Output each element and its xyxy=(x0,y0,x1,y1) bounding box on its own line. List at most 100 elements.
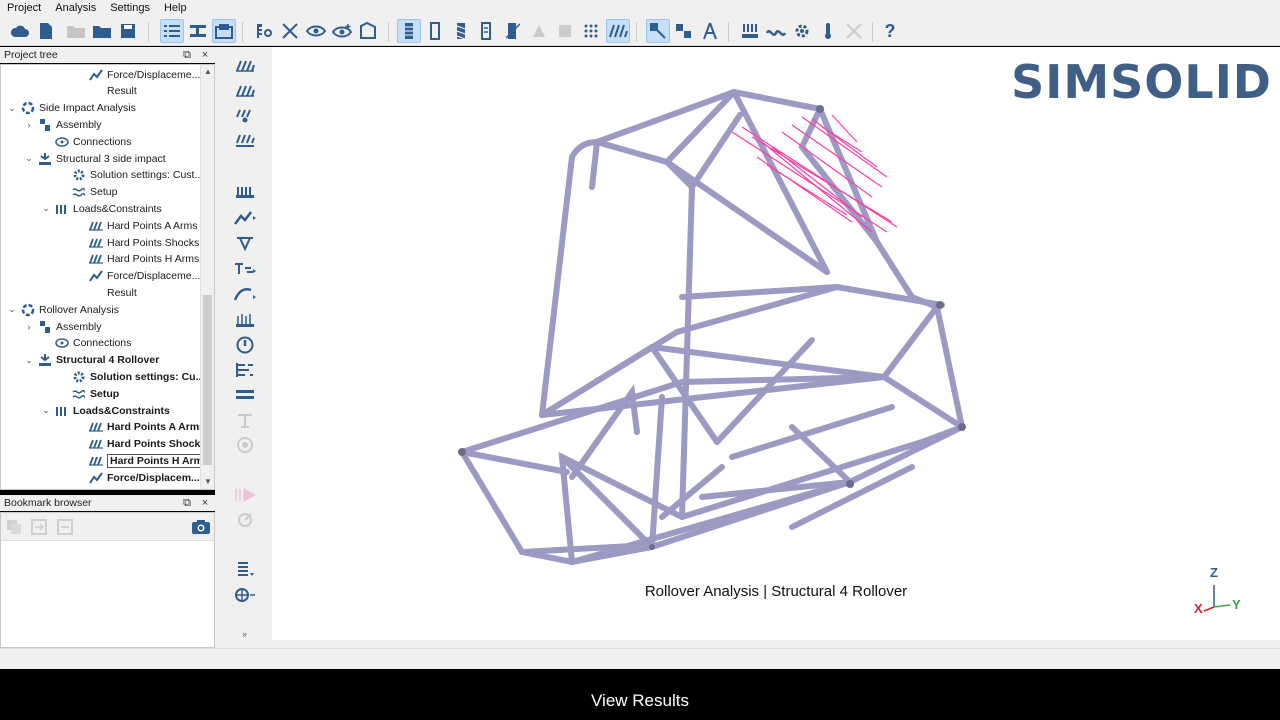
tree-item[interactable]: Hard Points A Arms xyxy=(75,419,205,436)
cross-section-icon[interactable] xyxy=(278,19,302,43)
part-select-icon[interactable] xyxy=(646,19,670,43)
collapse-icon[interactable]: ⌄ xyxy=(41,203,51,214)
float-panel-icon[interactable]: ⧉ xyxy=(180,48,194,62)
new-document-icon[interactable] xyxy=(34,19,58,43)
tree-item[interactable]: Setup xyxy=(58,385,119,402)
clock-tool-icon[interactable] xyxy=(233,334,257,356)
tree-item[interactable]: Hard Points Shocks xyxy=(75,234,199,251)
compass-icon[interactable] xyxy=(698,19,722,43)
wave-load-icon[interactable] xyxy=(764,19,788,43)
tree-item[interactable]: ⌄ Loads&Constraints xyxy=(41,200,162,217)
eye-icon[interactable] xyxy=(304,19,328,43)
disabled-load-icon[interactable] xyxy=(842,19,866,43)
cloud-icon[interactable] xyxy=(8,19,32,43)
tree-item[interactable]: Force/Displacem... xyxy=(75,469,200,486)
tree-item[interactable]: Result xyxy=(75,83,137,100)
measure-icon[interactable] xyxy=(252,19,276,43)
tree-item[interactable]: ⌄ Structural 3 side impact xyxy=(24,150,166,167)
crosshair-icon[interactable] xyxy=(233,584,257,606)
tree-item[interactable]: Force/Displaceme... xyxy=(75,66,200,83)
float-panel-icon[interactable]: ⧉ xyxy=(180,496,194,510)
disabled-tool-icon[interactable] xyxy=(233,409,257,431)
tree-item[interactable]: ⌄ Loads&Constraints xyxy=(41,402,170,419)
import-bookmark-icon[interactable] xyxy=(31,519,47,535)
close-panel-icon[interactable]: × xyxy=(198,496,212,510)
list-view-icon[interactable] xyxy=(160,19,184,43)
cut-view-icon[interactable] xyxy=(501,19,525,43)
slider-tool-icon[interactable] xyxy=(233,130,257,152)
3d-viewport[interactable]: SIMSOLID Rollover Analysis | Structural … xyxy=(272,47,1280,640)
expand-icon[interactable]: › xyxy=(24,322,34,332)
outline-view-icon[interactable] xyxy=(423,19,447,43)
tree-item[interactable]: Connections xyxy=(41,335,131,352)
save-icon[interactable] xyxy=(116,19,140,43)
tree-item[interactable]: Connections xyxy=(41,133,131,150)
tree-item[interactable]: Hard Points A Arms xyxy=(75,217,197,234)
copy-bookmark-icon[interactable] xyxy=(6,519,22,535)
tree-item[interactable]: ⌄ Rollover Analysis xyxy=(7,301,119,318)
tree-item[interactable]: Hard Points H Arms xyxy=(75,251,199,268)
scroll-down-icon[interactable]: ▼ xyxy=(201,475,214,489)
delete-bookmark-icon[interactable] xyxy=(57,519,73,535)
camera-icon[interactable] xyxy=(191,518,211,536)
bearing-tool-icon[interactable] xyxy=(233,283,257,305)
eye-plus-icon[interactable] xyxy=(330,19,354,43)
tree-scrollbar[interactable]: ▲ ▼ xyxy=(200,65,214,489)
disabled-view-icon[interactable] xyxy=(527,19,551,43)
tray-icon[interactable] xyxy=(212,19,236,43)
hatched-view-icon[interactable] xyxy=(449,19,473,43)
part-properties-icon[interactable] xyxy=(356,19,380,43)
collapse-icon[interactable]: ⌄ xyxy=(24,355,34,366)
gear-load-icon[interactable] xyxy=(790,19,814,43)
open-folder-disabled-icon[interactable] xyxy=(64,19,88,43)
menu-settings[interactable]: Settings xyxy=(103,0,157,16)
tree-item[interactable]: Solution settings: Cust... xyxy=(58,167,203,184)
disabled-target-icon[interactable] xyxy=(233,434,257,456)
rollcage-model[interactable] xyxy=(272,47,1280,640)
tree-item[interactable]: ⌄ Side Impact Analysis xyxy=(7,100,136,117)
tree-item[interactable]: Force/Displaceme... xyxy=(75,268,200,285)
scroll-thumb[interactable] xyxy=(203,295,212,465)
layer-tool-icon[interactable] xyxy=(233,384,257,406)
help-icon[interactable]: ? xyxy=(878,19,902,43)
disabled-probe-icon[interactable] xyxy=(233,509,257,531)
hardpoint-tool-2-icon[interactable] xyxy=(233,80,257,102)
collapse-icon[interactable]: ⌄ xyxy=(7,103,17,114)
collapse-icon[interactable]: ⌄ xyxy=(7,304,17,315)
load-list-icon[interactable] xyxy=(233,359,257,381)
disabled-view2-icon[interactable] xyxy=(553,19,577,43)
menu-project[interactable]: Project xyxy=(0,0,48,16)
tree-item[interactable]: Solution settings: Cu... xyxy=(58,368,204,385)
scroll-up-icon[interactable]: ▲ xyxy=(201,65,214,79)
force-tool-icon[interactable] xyxy=(233,207,257,229)
tree-item[interactable]: ⌄ Structural 4 Rollover xyxy=(24,352,159,369)
menu-help[interactable]: Help xyxy=(157,0,194,16)
hardpoint-tool-icon[interactable] xyxy=(233,55,257,77)
tree-item[interactable]: Hard Points Shocks xyxy=(75,436,206,453)
tree-item[interactable]: › Assembly xyxy=(24,116,102,133)
expand-strip-icon[interactable]: » xyxy=(242,629,247,639)
tree-item[interactable]: Hard Points H Arms xyxy=(75,452,212,469)
collapse-icon[interactable]: ⌄ xyxy=(41,405,51,416)
displacement-tool-icon[interactable] xyxy=(233,232,257,254)
fixed-constraint-icon[interactable] xyxy=(233,181,257,203)
results-list-icon[interactable] xyxy=(233,559,257,581)
close-panel-icon[interactable]: × xyxy=(198,48,212,62)
tree-item[interactable]: Result xyxy=(75,284,137,301)
hinge-tool-icon[interactable] xyxy=(233,105,257,127)
gravity-tool-icon[interactable] xyxy=(233,309,257,331)
thermal-load-icon[interactable] xyxy=(816,19,840,43)
spring-view-icon[interactable] xyxy=(397,19,421,43)
loads-display-icon[interactable] xyxy=(606,19,630,43)
menu-analysis[interactable]: Analysis xyxy=(48,0,103,16)
align-icon[interactable] xyxy=(186,19,210,43)
expand-icon[interactable]: › xyxy=(24,120,34,130)
assembly-select-icon[interactable] xyxy=(672,19,696,43)
grid-dots-icon[interactable] xyxy=(579,19,603,43)
disabled-play-icon[interactable] xyxy=(233,484,257,506)
pressure-tool-icon[interactable] xyxy=(233,257,257,279)
collapse-icon[interactable]: ⌄ xyxy=(24,153,34,164)
tree-item[interactable]: › Assembly xyxy=(24,318,102,335)
open-folder-icon[interactable] xyxy=(90,19,114,43)
fixed-support-icon[interactable] xyxy=(738,19,762,43)
